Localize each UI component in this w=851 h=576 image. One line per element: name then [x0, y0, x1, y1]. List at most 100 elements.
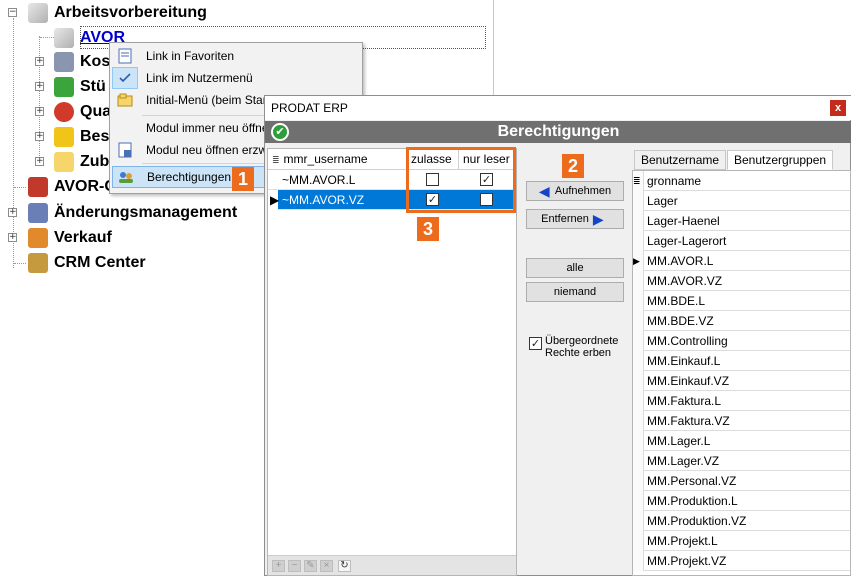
list-item[interactable]: ▶ MM.AVOR.L: [633, 251, 850, 271]
expand-icon[interactable]: +: [8, 233, 17, 242]
row-indicator: [633, 551, 644, 571]
annotation-badge-3: 3: [417, 217, 439, 241]
list-item[interactable]: Lager-Haenel: [633, 211, 850, 231]
expand-icon[interactable]: +: [35, 132, 44, 141]
cancel-icon[interactable]: ×: [320, 560, 333, 572]
list-item[interactable]: MM.BDE.VZ: [633, 311, 850, 331]
bus-icon: [28, 177, 48, 197]
menu-star-icon: [112, 89, 138, 111]
tree-item-kos[interactable]: Kos: [54, 51, 110, 73]
aufnehmen-button[interactable]: ◀ Aufnehmen: [526, 181, 624, 201]
list-item[interactable]: MM.AVOR.VZ: [633, 271, 850, 291]
tree-item-qua[interactable]: Qua: [54, 101, 111, 123]
annotation-badge-2: 2: [562, 154, 584, 178]
expand-icon[interactable]: +: [8, 208, 17, 217]
grid-toolbar: + − ✎ × ↻: [268, 555, 516, 575]
refresh-icon[interactable]: ↻: [338, 560, 351, 572]
group-list-header[interactable]: ≣ gronname: [633, 171, 850, 191]
row-indicator: [633, 371, 644, 391]
tree-item-verkauf[interactable]: Verkauf: [28, 227, 112, 249]
niemand-button[interactable]: niemand: [526, 282, 624, 302]
tab-benutzergruppen[interactable]: Benutzergruppen: [727, 150, 834, 170]
users-icon: [113, 166, 139, 188]
close-button[interactable]: x: [830, 100, 846, 116]
row-indicator: [633, 511, 644, 531]
alle-button[interactable]: alle: [526, 258, 624, 278]
inherit-rights-option[interactable]: ✓ Übergeordnete Rechte erben: [529, 335, 629, 359]
expand-icon[interactable]: +: [35, 157, 44, 166]
annotation-box-3: [406, 147, 516, 213]
group-list: ≣ gronname Lager Lager-Haenel Lager-Lagero…: [632, 170, 851, 576]
tab-benutzername[interactable]: Benutzername: [634, 150, 727, 170]
confirm-check-icon[interactable]: ✔: [271, 123, 289, 141]
annotation-badge-1: 1: [232, 167, 254, 191]
tree-item-bes[interactable]: Bes: [54, 126, 109, 148]
list-item[interactable]: MM.Produktion.L: [633, 491, 850, 511]
menu-item-link-nutzermenue[interactable]: Link im Nutzermenü: [112, 67, 362, 89]
menu-item-link-favoriten[interactable]: Link in Favoriten: [112, 45, 362, 67]
row-indicator: [633, 411, 644, 431]
list-item[interactable]: Lager-Lagerort: [633, 231, 850, 251]
handshake-icon: [28, 228, 48, 248]
tree-border: [493, 0, 494, 95]
row-indicator: [633, 291, 644, 311]
row-indicator-icon: ▶: [633, 251, 644, 271]
list-item[interactable]: MM.Projekt.VZ: [633, 551, 850, 571]
row-indicator: [633, 271, 644, 291]
list-item[interactable]: MM.BDE.L: [633, 291, 850, 311]
arrow-right-icon: ▶: [592, 211, 604, 227]
column-chooser-icon: ≣: [272, 155, 280, 165]
arrow-left-icon: ◀: [538, 183, 550, 199]
add-icon[interactable]: +: [272, 560, 285, 572]
list-item[interactable]: MM.Lager.L: [633, 431, 850, 451]
edit-icon[interactable]: ✎: [304, 560, 317, 572]
tree-item-arbeitsvorbereitung[interactable]: Arbeitsvorbereitung: [28, 2, 207, 24]
tree-item-aenderungsmanagement[interactable]: Änderungsmanagement: [28, 202, 237, 224]
printer-icon: [54, 52, 74, 72]
window-title: PRODAT ERP: [271, 101, 348, 115]
dialog-titlebar: PRODAT ERP: [265, 96, 851, 120]
document-icon: [112, 45, 138, 67]
list-item[interactable]: MM.Projekt.L: [633, 531, 850, 551]
list-item[interactable]: MM.Controlling: [633, 331, 850, 351]
row-indicator: [633, 311, 644, 331]
document-icon: [112, 139, 138, 161]
tree-item-stue[interactable]: Stü: [54, 76, 106, 98]
entfernen-button[interactable]: Entfernen ▶: [526, 209, 624, 229]
row-indicator: [633, 471, 644, 491]
list-item[interactable]: Lager: [633, 191, 850, 211]
row-indicator: [633, 331, 644, 351]
collapse-icon[interactable]: −: [8, 8, 17, 17]
dialog-header: Berechtigungen: [265, 121, 851, 143]
green-parts-icon: [54, 77, 74, 97]
pencil-icon: [54, 28, 74, 48]
row-indicator: [633, 491, 644, 511]
row-indicator-icon: ▶: [268, 190, 279, 210]
list-item[interactable]: MM.Lager.VZ: [633, 451, 850, 471]
row-indicator: [633, 391, 644, 411]
expand-icon[interactable]: +: [35, 82, 44, 91]
expand-icon[interactable]: +: [35, 107, 44, 116]
quality-icon: [54, 102, 74, 122]
remove-icon[interactable]: −: [288, 560, 301, 572]
inherit-rights-checkbox[interactable]: ✓: [529, 337, 542, 350]
column-chooser-icon: ≣: [633, 171, 644, 191]
tree-item-crm-center[interactable]: CRM Center: [28, 252, 146, 274]
expand-icon[interactable]: +: [35, 57, 44, 66]
column-header-username[interactable]: ≣ mmr_username: [268, 149, 406, 170]
list-item[interactable]: MM.Faktura.VZ: [633, 411, 850, 431]
list-item[interactable]: MM.Einkauf.L: [633, 351, 850, 371]
row-indicator: [633, 531, 644, 551]
list-item[interactable]: MM.Personal.VZ: [633, 471, 850, 491]
tree-item-zub[interactable]: Zub: [54, 151, 109, 173]
basket-icon: [54, 127, 74, 147]
row-indicator: [633, 191, 644, 211]
list-item[interactable]: MM.Faktura.L: [633, 391, 850, 411]
pencil-icon: [28, 3, 48, 23]
crm-icon: [28, 253, 48, 273]
list-item[interactable]: MM.Einkauf.VZ: [633, 371, 850, 391]
permissions-dialog: PRODAT ERP x Berechtigungen ✔ ≣ mmr_usern…: [264, 95, 851, 576]
row-indicator: [633, 211, 644, 231]
check-icon: [112, 67, 138, 89]
list-item[interactable]: MM.Produktion.VZ: [633, 511, 850, 531]
